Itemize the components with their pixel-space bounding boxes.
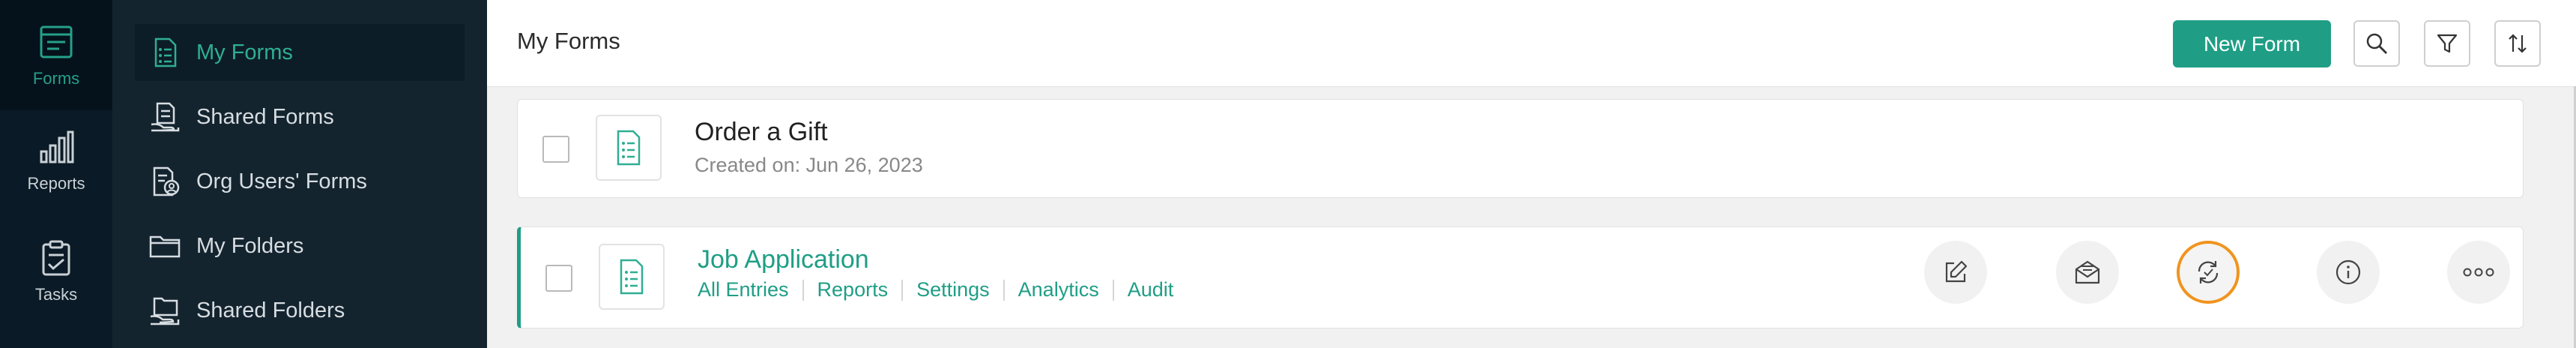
forms-icon (37, 22, 76, 62)
search-button[interactable] (2353, 20, 2400, 67)
filter-button[interactable] (2424, 20, 2470, 67)
sidebar-item-label: My Forms (196, 40, 293, 64)
rail-label: Reports (27, 174, 85, 193)
sidebar-item-label: My Folders (196, 233, 304, 258)
sidebar-item-my-folders[interactable]: My Folders (135, 218, 465, 274)
reports-link[interactable]: Reports (817, 278, 889, 302)
forms-sidebar: My Forms Shared Forms Org Users' Forms M… (112, 0, 487, 348)
sidebar-item-my-forms[interactable]: My Forms (135, 24, 465, 81)
more-horizontal-icon (2462, 267, 2495, 278)
edit-icon (1942, 259, 1969, 286)
sidebar-item-shared-folders[interactable]: Shared Folders (135, 282, 465, 339)
audit-link[interactable]: Audit (1128, 278, 1174, 302)
share-button[interactable] (2056, 241, 2119, 304)
bar-chart-icon (37, 128, 76, 166)
org-form-icon (148, 165, 181, 198)
more-options-button[interactable] (2447, 241, 2510, 304)
form-document-icon (148, 36, 181, 69)
page-title: My Forms (517, 28, 620, 54)
sidebar-item-label: Shared Folders (196, 298, 345, 322)
all-entries-link[interactable]: All Entries (698, 278, 789, 302)
shared-form-icon (148, 100, 181, 134)
form-created-date: Created on: Jun 26, 2023 (695, 154, 923, 176)
page-header: My Forms New Form (487, 0, 2576, 87)
clipboard-check-icon (37, 238, 76, 278)
app-rail: Forms Reports Tasks (0, 0, 112, 348)
sidebar-item-shared-forms[interactable]: Shared Forms (135, 88, 465, 146)
select-checkbox[interactable] (542, 136, 569, 163)
rail-label: Forms (32, 68, 80, 88)
filter-icon (2436, 32, 2458, 55)
info-icon (2334, 258, 2362, 286)
rail-item-forms[interactable]: Forms (0, 0, 112, 110)
rail-item-reports[interactable]: Reports (0, 128, 112, 194)
form-card[interactable]: Job Application All Entries Reports Sett… (517, 226, 2524, 328)
new-form-button[interactable]: New Form (2173, 20, 2331, 68)
form-name[interactable]: Job Application (698, 245, 869, 274)
envelope-open-icon (2073, 259, 2102, 286)
form-quick-links: All Entries Reports Settings Analytics A… (698, 278, 1173, 302)
form-card[interactable]: Order a Gift Created on: Jun 26, 2023 (517, 99, 2524, 198)
settings-link[interactable]: Settings (916, 278, 990, 302)
divider (802, 279, 804, 301)
sort-icon (2506, 32, 2529, 55)
analytics-link[interactable]: Analytics (1018, 278, 1099, 302)
sidebar-item-label: Shared Forms (196, 104, 334, 129)
sidebar-item-label: Org Users' Forms (196, 169, 367, 194)
sidebar-item-org-users-forms[interactable]: Org Users' Forms (135, 153, 465, 210)
select-checkbox[interactable] (545, 265, 572, 292)
form-name[interactable]: Order a Gift (695, 118, 828, 147)
divider (1112, 279, 1114, 301)
rail-item-tasks[interactable]: Tasks (0, 238, 112, 304)
form-document-icon (596, 115, 662, 181)
sync-icon (2194, 258, 2222, 286)
sort-button[interactable] (2494, 20, 2541, 67)
divider (1003, 279, 1005, 301)
rail-label: Tasks (34, 285, 78, 304)
shared-folder-icon (148, 294, 181, 327)
sync-button[interactable] (2177, 241, 2240, 304)
search-icon (2365, 32, 2388, 55)
divider (901, 279, 904, 301)
info-button[interactable] (2317, 241, 2380, 304)
form-document-icon (599, 244, 665, 310)
folder-icon (148, 230, 181, 262)
edit-button[interactable] (1924, 241, 1987, 304)
